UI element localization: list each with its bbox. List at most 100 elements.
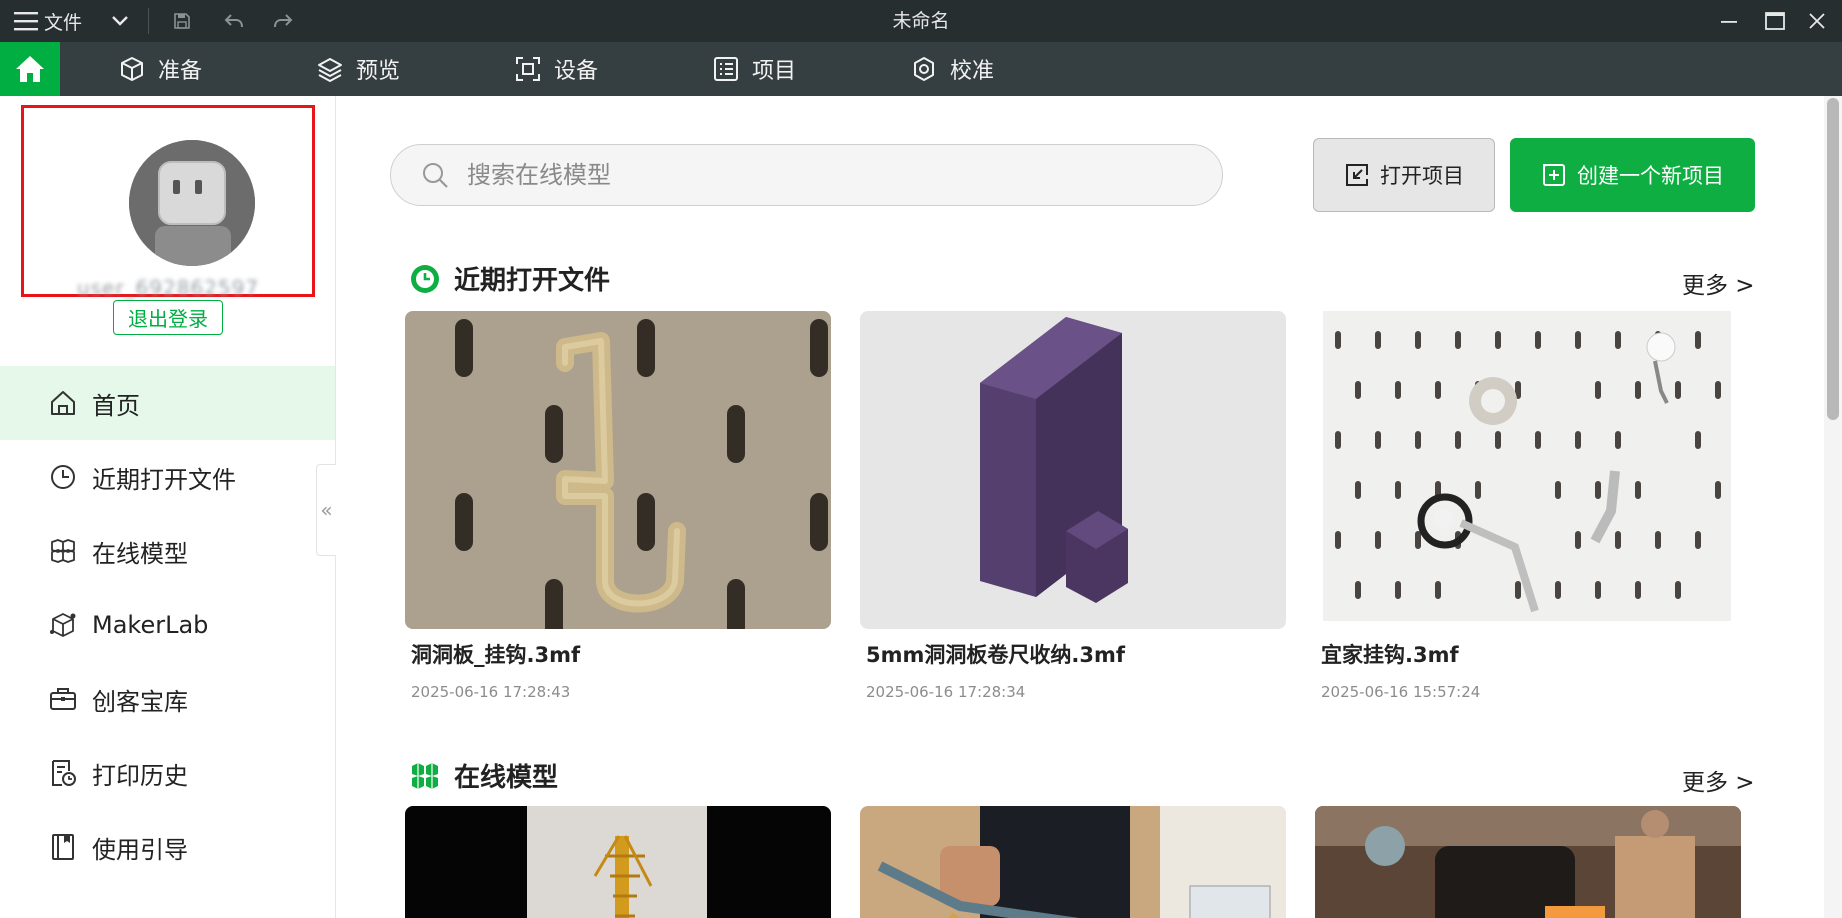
main-nav-bar: 准备 预览 设备 项目 校准: [0, 42, 1842, 96]
maximize-button[interactable]: [1760, 0, 1790, 42]
search-bar[interactable]: [390, 144, 1223, 206]
sidebar-item-makerlab[interactable]: MakerLab: [0, 588, 335, 662]
book-icon: [52, 834, 74, 860]
undo-icon: [224, 14, 243, 28]
hamburger-menu-icon: [14, 12, 38, 31]
avatar[interactable]: [129, 140, 255, 266]
maximize-icon: [1765, 12, 1785, 30]
recent-file-card[interactable]: 洞洞板_挂钩.3mf 2025-06-16 17:28:43: [405, 311, 831, 701]
print-history-icon: [52, 760, 76, 786]
sword-model-thumbnail: [860, 806, 1286, 918]
sidebar-item-print-history[interactable]: 打印历史: [0, 736, 335, 810]
ikea-pegboard-thumbnail: [1315, 311, 1741, 629]
close-icon: [1809, 13, 1825, 29]
create-new-project-button[interactable]: 创建一个新项目: [1510, 138, 1755, 212]
new-project-icon: [1543, 164, 1565, 186]
main-content: 打开项目 创建一个新项目 近期打开文件 更多 > 洞洞板_挂钩: [337, 96, 1824, 918]
online-models-title: 在线模型: [454, 763, 559, 793]
tab-prepare[interactable]: 准备: [118, 42, 202, 96]
tab-project-label: 项目: [752, 59, 797, 84]
recent-files-heading: 近期打开文件: [410, 260, 610, 297]
tape-holder-thumbnail: [860, 311, 1286, 629]
user-profile-highlight[interactable]: user_692862597: [21, 105, 315, 300]
undo-button[interactable]: [222, 0, 246, 42]
search-icon: [423, 163, 448, 188]
file-thumbnail[interactable]: [1315, 311, 1741, 629]
sidebar-item-online-models[interactable]: 在线模型: [0, 514, 335, 588]
save-button[interactable]: [170, 0, 194, 42]
cube-icon: [121, 57, 143, 81]
recent-clock-icon: [411, 264, 439, 293]
sidebar-item-maker-treasury[interactable]: 创客宝库: [0, 662, 335, 736]
minimize-icon: [1721, 21, 1737, 23]
open-project-icon: [1346, 164, 1368, 186]
sidebar-item-home[interactable]: 首页: [0, 366, 335, 440]
default-avatar-robot-icon: [129, 140, 255, 266]
sidebar-item-label: 打印历史: [92, 761, 188, 790]
file-thumbnail[interactable]: [860, 311, 1286, 629]
create-new-project-label: 创建一个新项目: [1577, 164, 1724, 188]
online-models-heading: 在线模型: [410, 757, 558, 794]
makerlab-cube-icon: [50, 613, 76, 637]
home-icon: [16, 56, 44, 82]
file-menu-dropdown[interactable]: [106, 0, 134, 42]
tab-device-label: 设备: [554, 59, 599, 84]
file-menu-label: 文件: [44, 11, 83, 34]
file-name: 5mm洞洞板卷尺收纳.3mf: [866, 643, 1125, 667]
file-date: 2025-06-16 17:28:43: [411, 683, 571, 701]
tab-preview[interactable]: 预览: [316, 42, 400, 96]
file-name: 宜家挂钩.3mf: [1321, 643, 1459, 667]
username: user_692862597: [76, 276, 260, 300]
open-project-button[interactable]: 打开项目: [1313, 138, 1495, 212]
labubu-model-thumbnail: [1315, 806, 1741, 918]
open-project-label: 打开项目: [1380, 164, 1464, 188]
sidebar-item-recent[interactable]: 近期打开文件: [0, 440, 335, 514]
scrollbar-thumb[interactable]: [1827, 98, 1839, 420]
recent-file-card[interactable]: 宜家挂钩.3mf 2025-06-16 15:57:24: [1315, 311, 1741, 701]
sidebar-item-label: MakerLab: [92, 611, 209, 639]
recent-file-card[interactable]: 5mm洞洞板卷尺收纳.3mf 2025-06-16 17:28:34: [860, 311, 1286, 701]
minimize-button[interactable]: [1714, 0, 1744, 42]
main-scrollbar[interactable]: [1824, 96, 1842, 918]
sidebar-collapse-handle[interactable]: «: [316, 464, 336, 556]
redo-button[interactable]: [271, 0, 295, 42]
logout-button[interactable]: 退出登录: [113, 300, 223, 335]
tab-prepare-label: 准备: [158, 59, 203, 84]
tab-device[interactable]: 设备: [514, 42, 598, 96]
recent-files-title: 近期打开文件: [454, 266, 611, 296]
sidebar-item-label: 使用引导: [92, 835, 188, 864]
file-name: 洞洞板_挂钩.3mf: [411, 643, 581, 667]
file-date: 2025-06-16 15:57:24: [1321, 683, 1481, 701]
layers-icon: [318, 58, 342, 83]
tab-calibration-label: 校准: [950, 59, 995, 84]
calibration-gear-icon: [914, 57, 934, 81]
tab-project[interactable]: 项目: [712, 42, 796, 96]
close-button[interactable]: [1802, 0, 1832, 42]
redo-icon: [274, 14, 293, 28]
sidebar-item-label: 在线模型: [92, 539, 188, 568]
online-model-thumbnail[interactable]: [860, 806, 1286, 918]
file-thumbnail[interactable]: [405, 311, 831, 629]
models-grid-icon: [51, 539, 75, 563]
recent-more-link[interactable]: 更多 >: [1682, 266, 1755, 300]
titlebar-divider: [148, 8, 149, 34]
crane-model-thumbnail: [405, 806, 831, 918]
sidebar-item-label: 创客宝库: [92, 687, 188, 716]
title-bar: 文件 未命名: [0, 0, 1842, 42]
home-tab[interactable]: [0, 42, 60, 96]
sidebar-item-label: 首页: [92, 391, 140, 420]
file-menu-button[interactable]: 文件: [14, 0, 114, 42]
list-icon: [714, 57, 738, 81]
online-more-link[interactable]: 更多 >: [1682, 763, 1755, 797]
online-model-thumbnail[interactable]: [1315, 806, 1741, 918]
pegboard-hook-thumbnail: [405, 311, 831, 629]
tab-calibration[interactable]: 校准: [910, 42, 994, 96]
clock-icon: [51, 465, 75, 489]
home-outline-icon: [51, 391, 75, 415]
search-input[interactable]: [467, 161, 1167, 189]
tab-preview-label: 预览: [356, 59, 401, 84]
sidebar-item-user-guide[interactable]: 使用引导: [0, 810, 335, 884]
save-icon: [174, 13, 190, 29]
sidebar: user_692862597 退出登录 首页 近期打开文件 在线模型 Maker…: [0, 96, 336, 918]
online-model-thumbnail[interactable]: [405, 806, 831, 918]
